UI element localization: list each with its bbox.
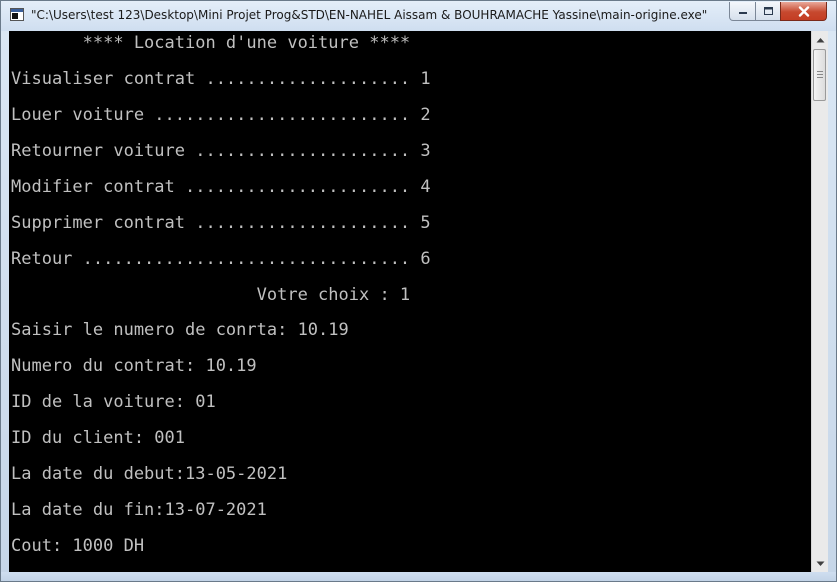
grip-line — [817, 74, 823, 75]
console-app-icon[interactable] — [10, 8, 24, 21]
close-icon — [798, 5, 809, 17]
console-output[interactable]: **** Location d'une voiture **** Visuali… — [9, 31, 811, 572]
close-button[interactable] — [780, 2, 827, 21]
scroll-down-button[interactable] — [812, 555, 828, 572]
menu-item-modifier: Modifier contrat ...................... … — [11, 177, 431, 197]
menu-item-retour: Retour ................................ … — [11, 249, 431, 269]
arrow-down-icon — [816, 561, 824, 566]
menu-item-supprimer: Supprimer contrat ..................... … — [11, 213, 431, 233]
title-bar[interactable]: "C:\Users\test 123\Desktop\Mini Projet P… — [1, 1, 836, 31]
maximize-icon — [763, 7, 773, 15]
arrow-up-icon — [816, 37, 824, 42]
menu-item-retourner: Retourner voiture ..................... … — [11, 141, 431, 161]
console-window: "C:\Users\test 123\Desktop\Mini Projet P… — [0, 0, 837, 582]
maximize-button[interactable] — [755, 2, 781, 21]
window-bottom-border — [1, 572, 836, 581]
window-title: "C:\Users\test 123\Desktop\Mini Projet P… — [31, 8, 708, 22]
output-line: ID du client: 001 — [11, 428, 185, 448]
scroll-thumb[interactable] — [813, 49, 826, 101]
vertical-scrollbar[interactable] — [811, 31, 828, 572]
minimize-icon — [738, 12, 747, 14]
menu-item-louer: Louer voiture ......................... … — [11, 105, 431, 125]
grip-line — [817, 71, 823, 72]
output-line: Numero du contrat: 10.19 — [11, 356, 257, 376]
output-line: La date du debut:13-05-2021 — [11, 464, 288, 484]
grip-line — [817, 77, 823, 78]
output-line: La date du fin:13-07-2021 — [11, 500, 267, 520]
output-line: Cout: 1000 DH — [11, 536, 145, 556]
output-line: Saisir le numero de conrta: 10.19 — [11, 320, 349, 340]
output-line: ID de la voiture: 01 — [11, 392, 216, 412]
scroll-up-button[interactable] — [812, 31, 828, 48]
choice-prompt: Votre choix : 1 — [11, 285, 411, 305]
console-header: **** Location d'une voiture **** — [11, 33, 411, 53]
menu-item-visualiser: Visualiser contrat .................... … — [11, 69, 431, 89]
minimize-button[interactable] — [729, 2, 756, 21]
